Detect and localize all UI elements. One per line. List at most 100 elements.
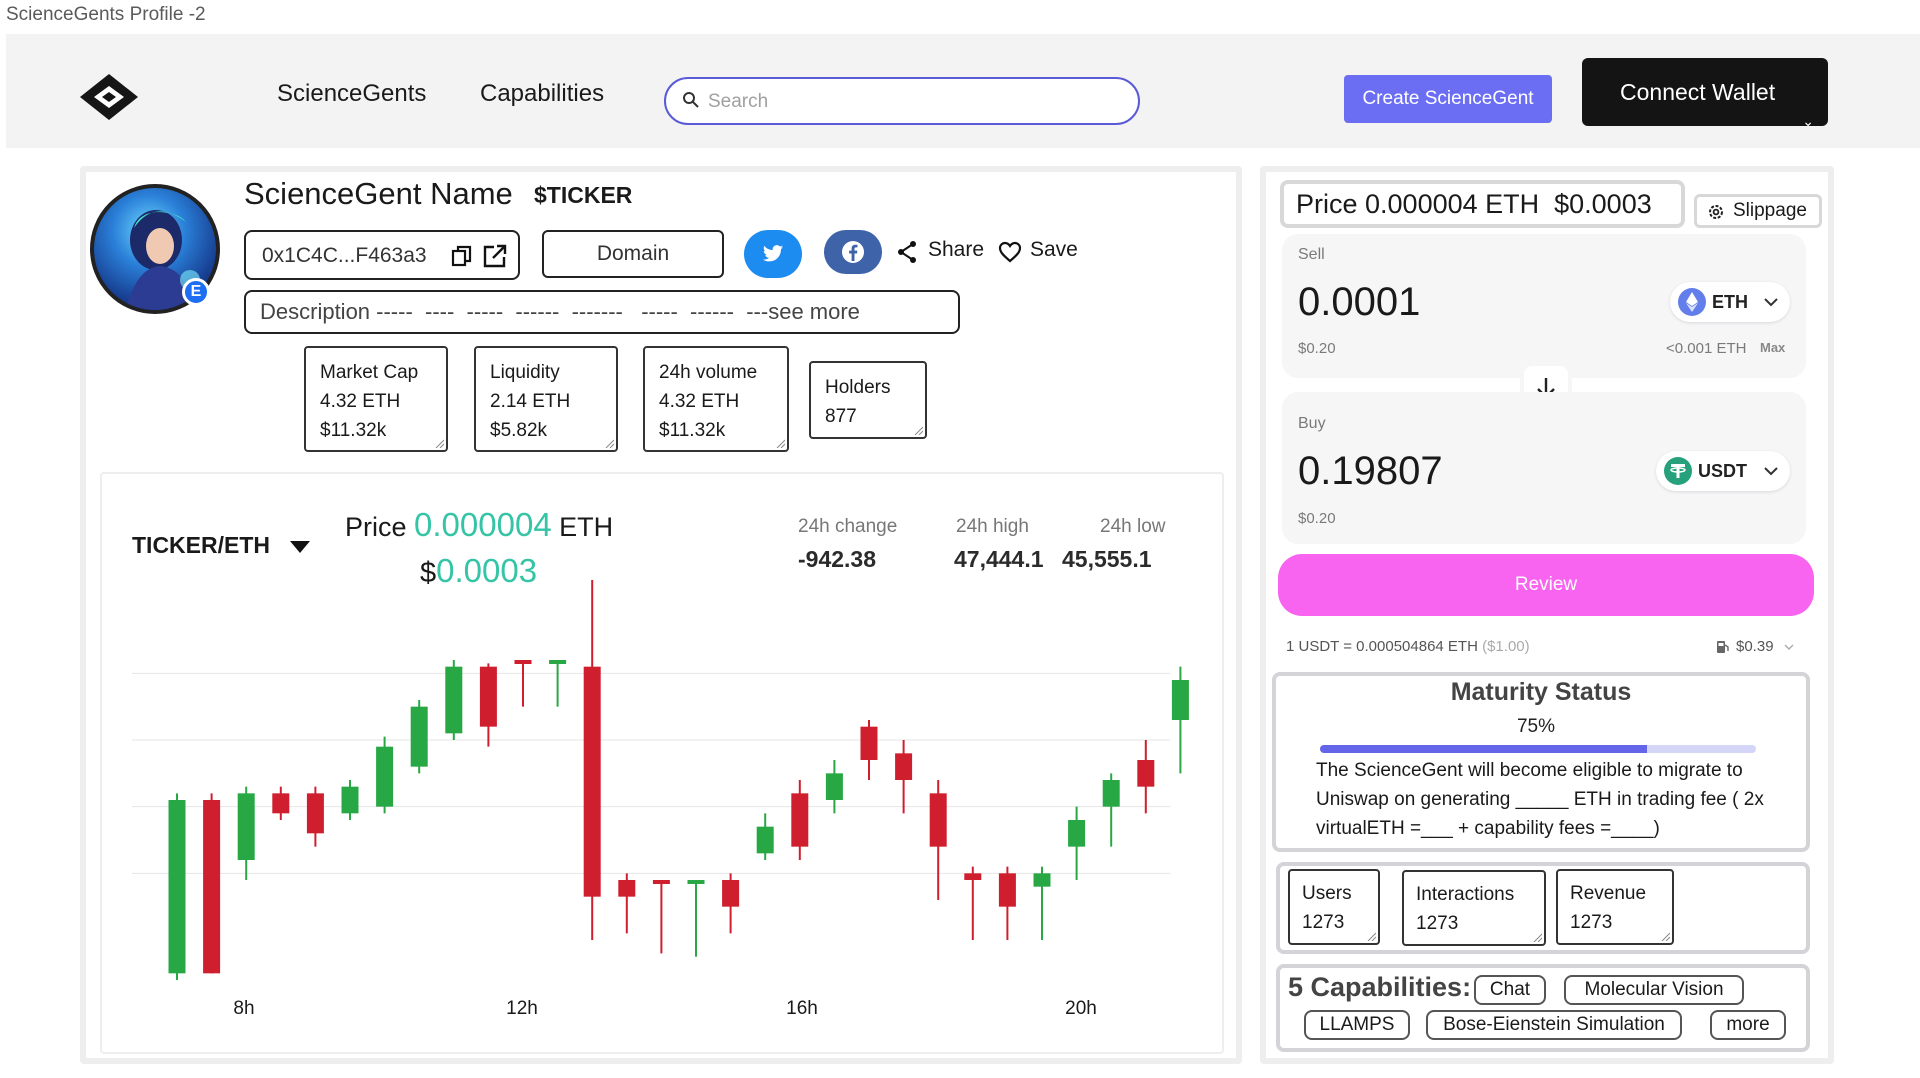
max-button[interactable]: Max <box>1760 340 1785 355</box>
contract-address-text: 0x1C4C...F463a3 <box>262 244 427 267</box>
candle-body <box>929 793 947 847</box>
candle[interactable] <box>479 663 497 747</box>
capability-chip-llamps[interactable]: LLAMPS <box>1304 1010 1410 1040</box>
review-button[interactable]: Review <box>1278 554 1814 616</box>
create-sciencegent-button[interactable]: Create ScienceGent <box>1344 75 1552 123</box>
resize-grip-icon[interactable] <box>913 425 923 435</box>
candle-body <box>1171 680 1189 720</box>
network-fee[interactable]: $0.39 <box>1716 638 1794 655</box>
share-icon[interactable] <box>896 240 918 264</box>
candle[interactable] <box>514 660 532 707</box>
candle[interactable] <box>652 880 670 954</box>
stat-label: Holders <box>825 377 891 398</box>
heart-icon[interactable] <box>998 241 1022 263</box>
candle[interactable] <box>929 780 947 900</box>
chevron-down-icon <box>1784 644 1794 650</box>
capability-chip-chat[interactable]: Chat <box>1474 975 1546 1005</box>
candle[interactable] <box>306 786 324 847</box>
candle[interactable] <box>341 780 359 820</box>
candle-body <box>1033 873 1051 887</box>
candle[interactable] <box>998 866 1016 940</box>
app-logo-icon[interactable] <box>78 72 140 122</box>
candle[interactable] <box>549 660 567 707</box>
candle-body <box>895 753 913 780</box>
candle[interactable] <box>860 720 878 780</box>
candle[interactable] <box>583 580 601 940</box>
candle[interactable] <box>168 793 186 980</box>
candle[interactable] <box>1033 866 1051 940</box>
candle[interactable] <box>618 873 636 934</box>
resize-grip-icon[interactable] <box>434 438 444 448</box>
stat-label: Revenue <box>1570 883 1647 904</box>
slippage-button[interactable]: Slippage <box>1694 194 1822 228</box>
buy-amount-input[interactable]: 0.19807 <box>1298 449 1443 494</box>
resize-grip-icon[interactable] <box>775 438 785 448</box>
candle[interactable] <box>825 760 843 814</box>
candle[interactable] <box>410 700 428 774</box>
capability-chip-bose-einstein[interactable]: Bose-Eienstein Simulation <box>1426 1010 1682 1040</box>
share-button[interactable]: Share <box>928 238 984 262</box>
low-label: 24h low <box>1100 516 1166 537</box>
buy-label: Buy <box>1298 415 1326 432</box>
stat-market-cap: Market Cap 4.32 ETH $11.32k <box>304 346 448 452</box>
resize-grip-icon[interactable] <box>604 438 614 448</box>
nav-link-capabilities[interactable]: Capabilities <box>480 80 604 108</box>
candle[interactable] <box>722 873 740 934</box>
chart-price-prefix: Price <box>345 512 415 542</box>
external-link-icon[interactable] <box>482 243 508 269</box>
candle[interactable] <box>791 780 809 860</box>
candle[interactable] <box>756 813 774 860</box>
domain-button[interactable]: Domain <box>542 230 724 278</box>
candle[interactable] <box>203 793 221 974</box>
price-display: Price 0.000004 ETH $0.0003 <box>1280 180 1685 228</box>
candle-body <box>1137 760 1155 787</box>
candlestick-chart[interactable]: 8h 12h 16h 20h <box>120 580 1200 1020</box>
candle[interactable] <box>1137 740 1155 814</box>
description-field[interactable]: Description ----- ---- ----- ------ ----… <box>244 290 960 334</box>
capabilities-more-button[interactable]: more <box>1710 1010 1786 1040</box>
stat-users: Users 1273 <box>1288 869 1380 945</box>
resize-grip-icon[interactable] <box>1660 931 1670 941</box>
network-fee-value: $0.39 <box>1736 638 1774 655</box>
chevron-down-icon: ⌄ <box>1802 113 1814 129</box>
buy-token-select[interactable]: USDT <box>1656 451 1790 491</box>
candle[interactable] <box>895 740 913 814</box>
candle[interactable] <box>1102 773 1120 847</box>
facebook-button[interactable] <box>824 230 882 274</box>
contract-address: 0x1C4C...F463a3 <box>244 230 520 280</box>
stat-value-eth: 4.32 ETH <box>320 391 401 412</box>
candle[interactable] <box>445 660 463 740</box>
save-button[interactable]: Save <box>1030 238 1078 262</box>
candle[interactable] <box>237 786 255 880</box>
candle-body <box>1068 820 1086 847</box>
stat-label: 24h volume <box>659 362 758 383</box>
candle[interactable] <box>376 736 394 814</box>
sell-token-select[interactable]: ETH <box>1670 282 1790 322</box>
sell-amount-input[interactable]: 0.0001 <box>1298 280 1420 325</box>
stat-label: Users <box>1302 883 1352 904</box>
candle[interactable] <box>272 786 290 820</box>
candle[interactable] <box>964 866 982 940</box>
search-input[interactable]: Search <box>664 77 1140 125</box>
candle-body <box>825 773 843 800</box>
twitter-button[interactable] <box>744 230 802 278</box>
sell-balance: <0.001 ETH <box>1666 340 1747 357</box>
copy-icon[interactable] <box>450 244 474 268</box>
high-value: 47,444.1 <box>954 546 1044 572</box>
gear-icon <box>1709 205 1723 219</box>
candle-body <box>687 880 705 884</box>
candle[interactable] <box>1171 666 1189 774</box>
candle[interactable] <box>687 880 705 957</box>
nav-link-sciencegents[interactable]: ScienceGents <box>277 80 426 108</box>
capability-chip-molecular-vision[interactable]: Molecular Vision <box>1564 975 1744 1005</box>
pair-selector[interactable]: TICKER/ETH <box>132 532 270 559</box>
caret-down-icon[interactable] <box>290 541 310 553</box>
maturity-description: The ScienceGent will become eligible to … <box>1316 760 1764 839</box>
stat-revenue: Revenue 1273 <box>1556 869 1674 945</box>
candle[interactable] <box>1068 806 1086 880</box>
resize-grip-icon[interactable] <box>1366 931 1376 941</box>
window-title: ScienceGents Profile -2 <box>6 4 206 25</box>
resize-grip-icon[interactable] <box>1532 932 1542 942</box>
candle-body <box>998 873 1016 907</box>
connect-wallet-button[interactable]: Connect Wallet ⌄ <box>1582 58 1828 129</box>
